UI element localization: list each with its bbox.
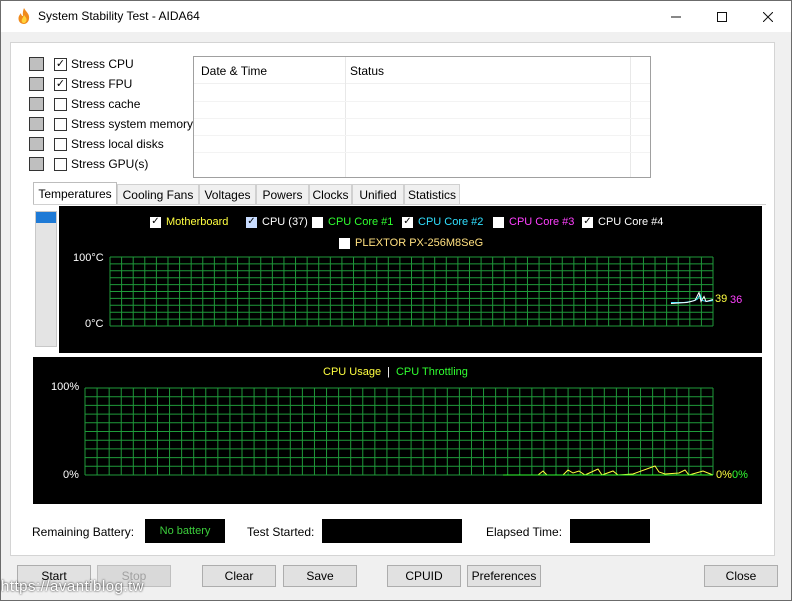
monitor-gpu-icon [29,157,44,171]
aida64-flame-icon [18,8,30,24]
stress-option-row[interactable]: Stress GPU(s) [29,155,148,173]
usage-plot [84,387,714,476]
log-row [194,135,650,136]
tab-statistics[interactable]: Statistics [404,184,460,204]
title-bar[interactable]: System Stability Test - AIDA64 [1,1,791,32]
stress-option-row[interactable]: Stress local disks [29,135,164,153]
close-button[interactable]: Close [704,565,778,587]
remaining-battery-label: Remaining Battery: [32,525,135,539]
memory-module-icon [29,117,44,131]
elapsed-time-value [570,519,650,543]
log-row [194,152,650,153]
temp-current-value: 39 [715,293,728,305]
log-divider [345,57,346,177]
stress-option-row[interactable]: ✓ Stress FPU [29,75,132,93]
stress-checkbox[interactable] [54,137,67,151]
tab-clocks[interactable]: Clocks [309,184,352,204]
test-started-value [322,519,462,543]
minimize-button[interactable] [653,1,699,32]
percent-calc-icon [29,77,44,91]
stress-option-label: Stress system memory [71,117,194,131]
maximize-icon [717,11,727,22]
stress-option-row[interactable]: Stress cache [29,95,140,113]
elapsed-time-label: Elapsed Time: [486,525,563,539]
window-title: System Stability Test - AIDA64 [38,9,200,23]
log-divider [630,57,631,177]
cpuid-button[interactable]: CPUID [387,565,461,587]
stress-checkbox[interactable] [54,117,67,131]
cpu-usage-graph: CPU Usage | CPU Throttling 100% 0% 0% 0% [33,357,762,504]
tab-unified[interactable]: Unified [352,184,404,204]
stress-checkbox[interactable]: ✓ [54,77,67,91]
graph-scrollbar-thumb[interactable] [36,212,56,223]
test-started-label: Test Started: [247,525,315,539]
preferences-button[interactable]: Preferences [467,565,541,587]
log-row [194,118,650,119]
tab-divider [33,204,766,205]
disk-drive-icon [29,137,44,151]
close-window-button[interactable] [745,1,791,32]
stability-test-window: System Stability Test - AIDA64 ✓ Stress C… [0,0,792,601]
usage-series-cpu [503,465,714,476]
cpu-chip-icon [29,57,44,71]
save-button[interactable]: Save [283,565,357,587]
tab-voltages[interactable]: Voltages [199,184,256,204]
temperature-plot [109,256,714,327]
stress-option-label: Stress CPU [71,57,134,71]
cache-chip-icon [29,97,44,111]
main-panel: ✓ Stress CPU ✓ Stress FPU Stress cache Stress… [10,42,775,556]
stress-checkbox[interactable] [54,157,67,171]
log-column-status[interactable]: Status [350,64,384,78]
usage-current-value: 0% [716,469,732,481]
stress-checkbox[interactable] [54,97,67,111]
throttling-current-value: 0% [732,469,748,481]
tab-cooling-fans[interactable]: Cooling Fans [117,184,199,204]
stress-option-label: Stress local disks [71,137,164,151]
tab-powers[interactable]: Powers [256,184,309,204]
log-header: Date & Time Status [194,57,650,84]
stress-option-row[interactable]: Stress system memory [29,115,193,133]
log-column-date[interactable]: Date & Time [201,64,267,78]
stress-option-label: Stress FPU [71,77,133,91]
temperature-graph: ✓ Motherboard ✓ CPU (37) CPU Core #1 ✓ CPU Cor… [59,206,762,353]
close-icon [763,11,773,22]
stress-option-row[interactable]: ✓ Stress CPU [29,55,134,73]
event-log-table[interactable]: Date & Time Status [193,56,651,178]
watermark-text: https://avantiblog.tw [1,578,145,595]
stress-option-label: Stress cache [71,97,141,111]
log-row [194,101,650,102]
minimize-icon [671,16,681,17]
remaining-battery-value: No battery [145,519,225,543]
clear-button[interactable]: Clear [202,565,276,587]
graph-scrollbar[interactable] [35,211,57,347]
stress-option-label: Stress GPU(s) [71,157,149,171]
temp-current-value-2: 36 [730,294,743,306]
maximize-button[interactable] [699,1,745,32]
tab-temperatures[interactable]: Temperatures [33,182,117,204]
stress-checkbox[interactable]: ✓ [54,57,67,71]
